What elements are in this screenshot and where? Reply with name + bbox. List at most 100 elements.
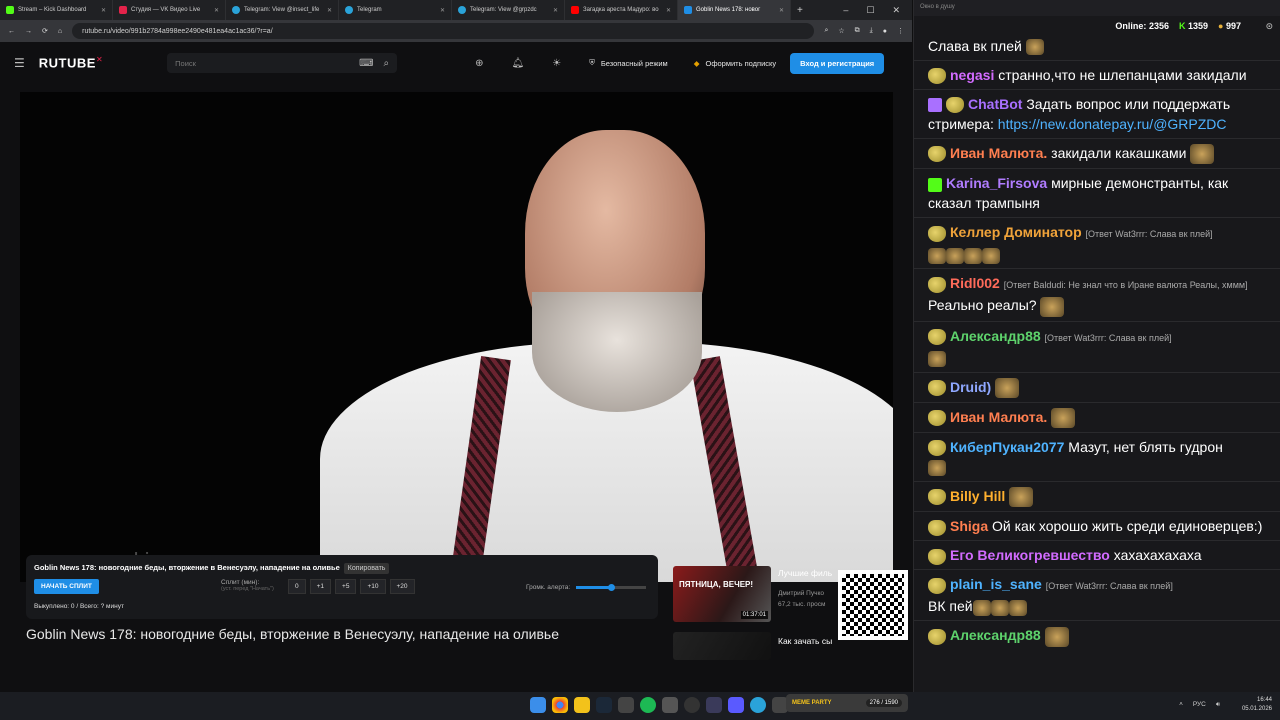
viewer-badge-icon: [928, 225, 946, 242]
add-1-button[interactable]: +1: [309, 579, 332, 594]
viewer-badge-icon: [928, 440, 946, 457]
reload-icon[interactable]: ⟳: [42, 27, 48, 35]
app-icon[interactable]: [662, 697, 678, 713]
tab-telegram-grpzdc[interactable]: Telegram: View @grpzdc ✕: [452, 0, 565, 20]
recommendation-thumbnail[interactable]: ПЯТНИЦА, ВЕЧЕР! 01:37:01: [673, 566, 771, 622]
alert-volume: Громк. алерта:: [526, 584, 647, 591]
extensions-icon[interactable]: ⧉: [855, 27, 860, 35]
steam-icon[interactable]: [596, 697, 612, 713]
start-split-button[interactable]: НАЧАТЬ СПЛИТ: [34, 579, 99, 594]
profile-icon[interactable]: ●: [883, 28, 887, 35]
split-label: Сплит (мин): (уст. перед "Начать"): [221, 579, 274, 592]
tab-vk[interactable]: Студия — VK Видео Live ✕: [113, 0, 226, 20]
donate-link[interactable]: https://new.donatepay.ru/@GRPZDC: [998, 116, 1227, 132]
recommendation-thumbnail[interactable]: [673, 632, 771, 660]
close-icon[interactable]: ✕: [440, 7, 445, 14]
recommendation-title[interactable]: Как зачать сы: [778, 636, 838, 646]
close-icon[interactable]: ✕: [779, 7, 784, 14]
bookmark-star-icon[interactable]: ☆: [838, 27, 844, 35]
add-5-button[interactable]: +5: [335, 579, 357, 594]
rutube-logo[interactable]: RUTUBE✕: [39, 55, 103, 70]
chat-message: Александр88 [Ответ Wat3rrr: Слава вк пле…: [914, 320, 1280, 372]
emote-icon: [1025, 39, 1044, 56]
clock[interactable]: 16:44 05.01.2026: [1242, 696, 1272, 714]
app-icon[interactable]: [706, 697, 722, 713]
subscribe-button[interactable]: ◆ Оформить подписку: [694, 59, 776, 68]
alert-volume-slider[interactable]: [576, 584, 647, 591]
emote-icon: [928, 460, 946, 477]
download-icon[interactable]: ⤓: [870, 27, 873, 35]
youtube-favicon-icon: [571, 6, 579, 14]
app-icon[interactable]: [618, 697, 634, 713]
close-icon[interactable]: ✕: [666, 7, 671, 14]
telegram-icon[interactable]: [750, 697, 766, 713]
meme-party-widget[interactable]: MEME PARTY 276 / 1590: [786, 694, 908, 712]
new-tab-button[interactable]: +: [791, 5, 809, 16]
tab-rutube-active[interactable]: Goblin News 178: новог ✕: [678, 0, 791, 20]
emote-icon: [1190, 144, 1215, 165]
close-icon[interactable]: ✕: [327, 7, 332, 14]
url-field[interactable]: rutube.ru/video/991b2784a998ee2490e481ea…: [72, 23, 815, 39]
video-player[interactable]: opermayki.ru: [20, 92, 893, 582]
settings-icon[interactable]: ⊙: [1265, 21, 1273, 32]
close-window-button[interactable]: ✕: [892, 5, 900, 16]
home-icon[interactable]: ⌂: [58, 28, 62, 35]
emote-icon: [928, 247, 946, 264]
bot-badge-icon: [928, 98, 942, 113]
copy-button[interactable]: Копировать: [343, 563, 390, 574]
chrome-icon[interactable]: [552, 697, 568, 713]
zoom-icon[interactable]: ⌕: [824, 27, 828, 35]
chat-message: Karina_Firsova мирные демонстранты, как …: [914, 168, 1280, 217]
recommendation-views: 67,2 тыс. просм: [778, 601, 826, 608]
viewer-badge-icon: [928, 489, 946, 506]
split-value-field[interactable]: 0: [288, 579, 306, 594]
tab-label: Telegram: View @insect_life: [244, 7, 320, 13]
keyboard-icon[interactable]: ⌨: [359, 58, 373, 69]
forward-icon[interactable]: →: [25, 28, 32, 35]
emote-icon: [982, 247, 1000, 264]
close-icon[interactable]: ✕: [101, 7, 106, 14]
spotify-icon[interactable]: [640, 697, 656, 713]
windows-start-icon[interactable]: [530, 697, 546, 713]
video-frame-beard: [532, 292, 702, 412]
tray-chevron-icon[interactable]: ˄: [1179, 701, 1183, 709]
tab-kick[interactable]: Stream – Kick Dashboard ✕: [0, 0, 113, 20]
viewer-badge-icon: [928, 577, 946, 594]
theme-sun-icon[interactable]: ☀: [552, 58, 561, 69]
search-placeholder: Поиск: [175, 58, 196, 68]
tab-telegram-insect[interactable]: Telegram: View @insect_life ✕: [226, 0, 339, 20]
safe-mode-toggle[interactable]: ⛨ Безопасный режим: [589, 58, 668, 68]
meme-party-label: MEME PARTY: [792, 700, 832, 706]
back-icon[interactable]: ←: [8, 28, 15, 35]
close-icon[interactable]: ✕: [214, 7, 219, 14]
keyboard-layout[interactable]: РУС: [1193, 701, 1206, 709]
add-20-button[interactable]: +20: [389, 579, 415, 594]
tab-youtube[interactable]: Загадка ареста Мадуро: во ✕: [565, 0, 678, 20]
diamond-icon: ◆: [693, 58, 700, 68]
system-tray: ˄ РУС 🔊︎: [1179, 701, 1220, 709]
url-text: rutube.ru/video/991b2784a998ee2490e481ea…: [82, 27, 273, 35]
volume-icon[interactable]: 🔊︎: [1216, 701, 1220, 709]
maximize-button[interactable]: ☐: [866, 5, 874, 16]
login-button[interactable]: Вход и регистрация: [790, 52, 885, 74]
tab-telegram[interactable]: Telegram ✕: [339, 0, 452, 20]
explorer-icon[interactable]: [574, 697, 590, 713]
add-10-button[interactable]: +10: [360, 579, 386, 594]
emote-icon: [1044, 626, 1069, 647]
tab-label: Goblin News 178: новог: [696, 7, 761, 13]
bell-icon[interactable]: 🔔︎: [512, 58, 525, 69]
hamburger-menu-icon[interactable]: ☰: [14, 56, 25, 70]
recommendation-title[interactable]: Лучшие филь: [778, 568, 838, 578]
upload-icon[interactable]: ⊕: [475, 58, 483, 69]
obs-icon[interactable]: [684, 697, 700, 713]
media-player-icon[interactable]: [728, 697, 744, 713]
close-icon[interactable]: ✕: [553, 7, 558, 14]
minimize-button[interactable]: –: [843, 5, 848, 16]
emote-icon: [972, 599, 991, 616]
chat-window: Окно в душу Online: 2356 K 1359 ● 997 ⊙ …: [913, 0, 1280, 692]
search-icon[interactable]: ⌕: [384, 58, 390, 69]
search-input[interactable]: Поиск ⌨ ⌕: [167, 53, 398, 73]
recommendation-channel[interactable]: Дмитрий Пучко: [778, 588, 838, 599]
duration-badge: 01:37:01: [740, 611, 768, 619]
menu-icon[interactable]: ⋮: [897, 27, 904, 35]
